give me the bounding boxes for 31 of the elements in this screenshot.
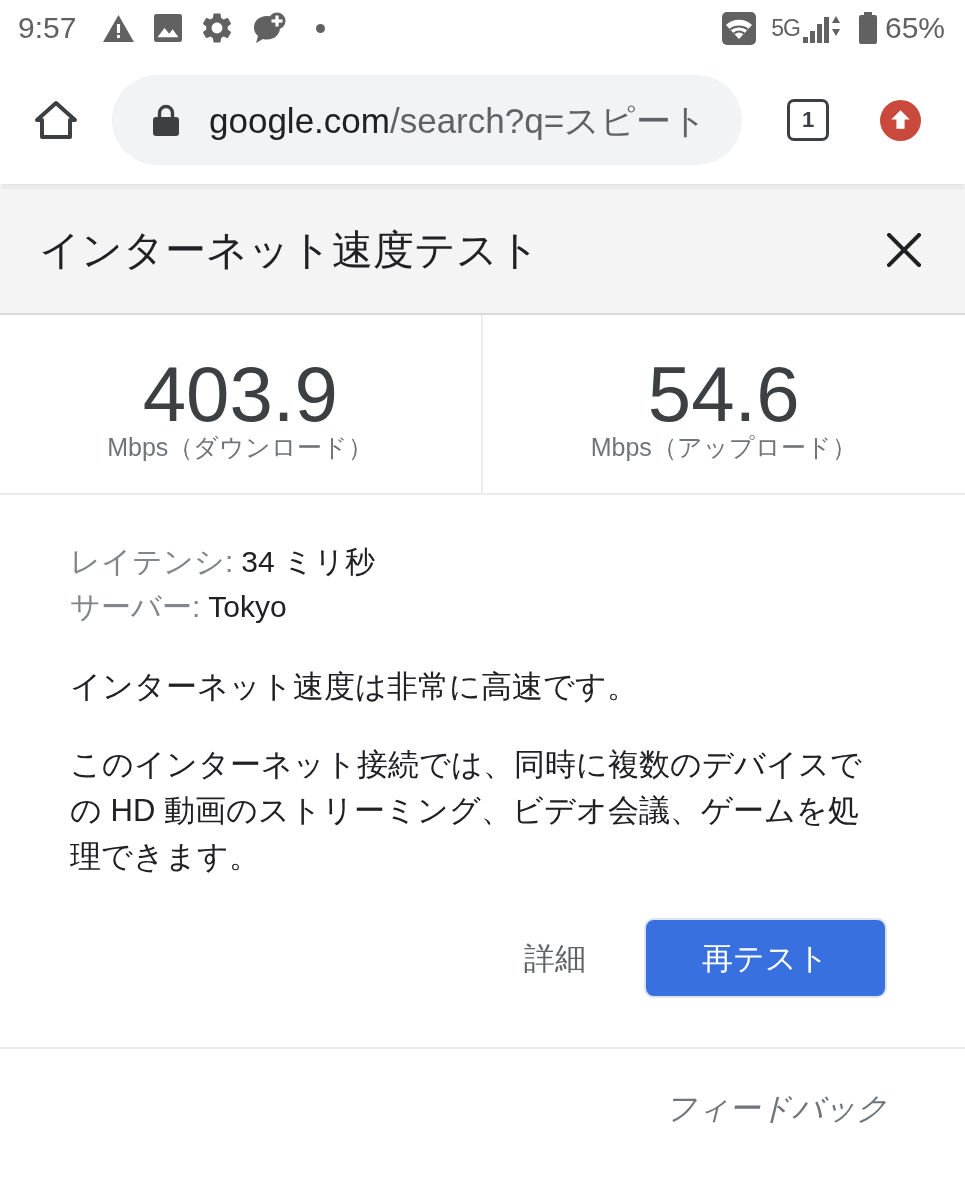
wifi-icon [722,11,757,45]
image-icon [154,14,183,42]
speed-value: 403.9 [142,355,338,433]
network-type: 5G [771,16,800,40]
status-time: 9:57 [18,13,77,43]
speed-unit: Mbps（ダウンロード） [107,435,374,460]
detail-label: レイテンシ: [70,544,234,580]
tab-count[interactable]: 1 [787,99,829,141]
home-icon[interactable] [34,100,78,140]
speed-description: このインターネット接続では、同時に複数のデバイスでの HD 動画のストリーミング、ビデオ会議、ゲームを処理できます。 [70,746,863,876]
retest-button[interactable]: 再テスト [644,918,887,998]
url-path: /search?q=スピート [389,102,708,138]
detail-value: Tokyo [208,589,287,625]
speed-unit: Mbps（アップロード） [590,435,857,460]
address-bar[interactable]: google.com/search?q=スピート [112,75,742,165]
lock-icon [153,104,179,136]
speed-value: 54.6 [647,355,800,433]
card-title: インターネット速度テスト [39,229,540,271]
close-icon[interactable] [887,233,921,267]
feedback-link[interactable]: フィードバック [665,1093,888,1124]
battery-percentage: 65% [884,13,945,43]
detail-label: サーバー: [70,589,201,625]
detail-value: 34 ミリ秒 [241,544,376,580]
upload-icon[interactable] [880,99,921,141]
chat-plus-icon [252,12,287,44]
gear-icon [202,13,233,43]
warning-icon [103,14,135,42]
details-button[interactable]: 詳細 [524,942,586,974]
battery-icon [858,12,877,44]
url-host: google.com [209,102,390,138]
speed-verdict: インターネット速度は非常に高速です。 [70,668,639,706]
